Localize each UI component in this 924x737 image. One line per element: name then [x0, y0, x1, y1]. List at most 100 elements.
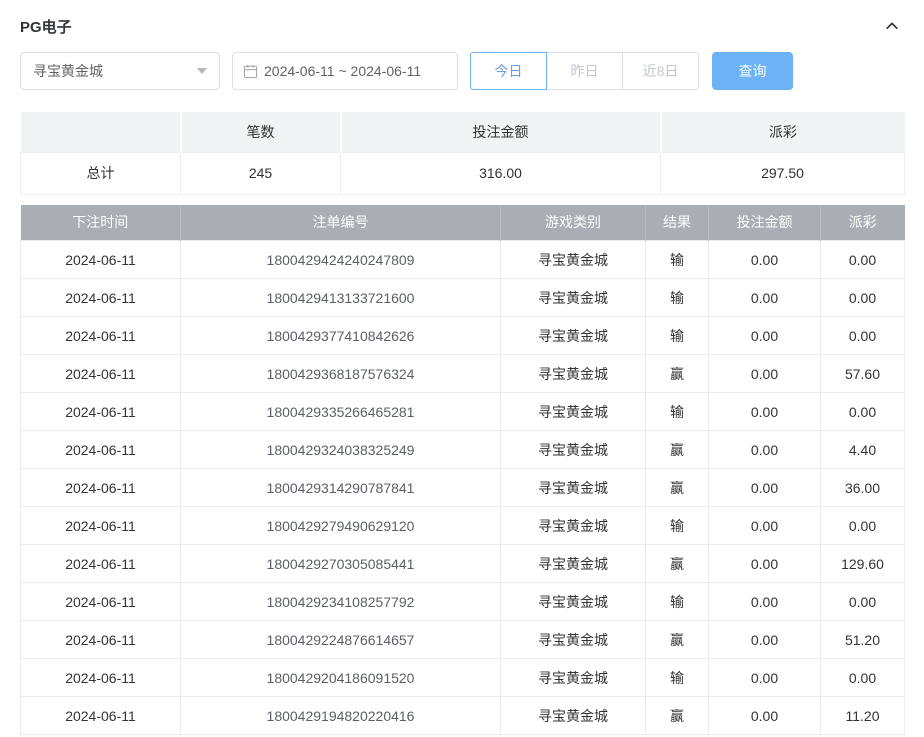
- cell-bet-time: 2024-06-11: [21, 697, 181, 735]
- cell-result: 输: [646, 279, 709, 317]
- cell-game-category: 寻宝黄金城: [501, 279, 646, 317]
- cell-bet-id: 1800429270305085441: [181, 545, 501, 583]
- table-row: 2024-06-11 1800429413133721600 寻宝黄金城 输 0…: [21, 279, 905, 317]
- cell-bet-amount: 0.00: [709, 697, 821, 735]
- cell-result: 输: [646, 241, 709, 279]
- cell-result: 赢: [646, 469, 709, 507]
- cell-game-category: 寻宝黄金城: [501, 545, 646, 583]
- summary-total-label: 总计: [21, 152, 181, 194]
- cell-bet-amount: 0.00: [709, 507, 821, 545]
- game-select[interactable]: 寻宝黄金城: [20, 52, 220, 90]
- cell-bet-time: 2024-06-11: [21, 317, 181, 355]
- cell-game-category: 寻宝黄金城: [501, 241, 646, 279]
- game-select-value: 寻宝黄金城: [33, 61, 103, 81]
- yesterday-button[interactable]: 昨日: [546, 52, 623, 90]
- cell-bet-id: 1800429377410842626: [181, 317, 501, 355]
- bet-table-header-row: 下注时间 注单编号 游戏类别 结果 投注金额 派彩: [21, 205, 905, 241]
- cell-bet-id: 1800429234108257792: [181, 583, 501, 621]
- cell-bet-id: 1800429335266465281: [181, 393, 501, 431]
- header-game-category: 游戏类别: [501, 205, 646, 241]
- search-button[interactable]: 查询: [712, 52, 793, 90]
- header-result: 结果: [646, 205, 709, 241]
- cell-result: 输: [646, 317, 709, 355]
- quick-date-buttons: 今日 昨日 近8日: [470, 52, 699, 90]
- summary-count-value: 245: [181, 152, 341, 194]
- summary-payout-value: 297.50: [661, 152, 905, 194]
- filter-row: 寻宝黄金城 2024-06-11 ~ 2024-06-11 今日 昨日 近8日 …: [20, 52, 904, 90]
- cell-game-category: 寻宝黄金城: [501, 431, 646, 469]
- cell-bet-id: 1800429324038325249: [181, 431, 501, 469]
- cell-result: 赢: [646, 545, 709, 583]
- cell-result: 输: [646, 393, 709, 431]
- table-row: 2024-06-11 1800429279490629120 寻宝黄金城 输 0…: [21, 507, 905, 545]
- table-row: 2024-06-11 1800429424240247809 寻宝黄金城 输 0…: [21, 241, 905, 279]
- summary-bet-amount-value: 316.00: [341, 152, 661, 194]
- cell-bet-time: 2024-06-11: [21, 241, 181, 279]
- cell-payout: 129.60: [821, 545, 905, 583]
- cell-payout: 0.00: [821, 279, 905, 317]
- collapse-chevron-up-icon[interactable]: [880, 14, 904, 38]
- cell-payout: 4.40: [821, 431, 905, 469]
- cell-bet-amount: 0.00: [709, 355, 821, 393]
- cell-bet-amount: 0.00: [709, 317, 821, 355]
- table-row: 2024-06-11 1800429335266465281 寻宝黄金城 输 0…: [21, 393, 905, 431]
- cell-payout: 0.00: [821, 507, 905, 545]
- bet-table-body: 2024-06-11 1800429424240247809 寻宝黄金城 输 0…: [21, 241, 905, 735]
- cell-bet-id: 1800429194820220416: [181, 697, 501, 735]
- calendar-icon: [243, 64, 258, 79]
- cell-bet-amount: 0.00: [709, 621, 821, 659]
- summary-header-bet-amount: 投注金额: [341, 112, 661, 152]
- cell-bet-time: 2024-06-11: [21, 583, 181, 621]
- summary-header-count: 笔数: [181, 112, 341, 152]
- cell-payout: 0.00: [821, 393, 905, 431]
- cell-bet-id: 1800429424240247809: [181, 241, 501, 279]
- cell-payout: 0.00: [821, 659, 905, 697]
- cell-bet-amount: 0.00: [709, 583, 821, 621]
- header-bet-amount: 投注金额: [709, 205, 821, 241]
- table-row: 2024-06-11 1800429234108257792 寻宝黄金城 输 0…: [21, 583, 905, 621]
- summary-table: 笔数 投注金额 派彩 总计 245 316.00 297.50: [20, 112, 905, 195]
- bet-records-table: 下注时间 注单编号 游戏类别 结果 投注金额 派彩 2024-06-11 180…: [20, 205, 905, 736]
- cell-bet-amount: 0.00: [709, 241, 821, 279]
- cell-game-category: 寻宝黄金城: [501, 355, 646, 393]
- pg-electronic-panel: PG电子 寻宝黄金城 2024-06-11 ~ 2024-06-11: [0, 0, 924, 735]
- cell-payout: 0.00: [821, 317, 905, 355]
- cell-result: 输: [646, 507, 709, 545]
- cell-bet-time: 2024-06-11: [21, 507, 181, 545]
- cell-game-category: 寻宝黄金城: [501, 659, 646, 697]
- cell-bet-time: 2024-06-11: [21, 431, 181, 469]
- cell-result: 输: [646, 659, 709, 697]
- date-range-value: 2024-06-11 ~ 2024-06-11: [264, 63, 421, 79]
- cell-bet-id: 1800429204186091520: [181, 659, 501, 697]
- last-8-days-button[interactable]: 近8日: [622, 52, 699, 90]
- cell-bet-amount: 0.00: [709, 431, 821, 469]
- cell-bet-time: 2024-06-11: [21, 545, 181, 583]
- today-button[interactable]: 今日: [470, 52, 547, 90]
- cell-game-category: 寻宝黄金城: [501, 393, 646, 431]
- cell-game-category: 寻宝黄金城: [501, 507, 646, 545]
- chevron-down-icon: [197, 68, 207, 74]
- cell-result: 赢: [646, 431, 709, 469]
- table-row: 2024-06-11 1800429270305085441 寻宝黄金城 赢 0…: [21, 545, 905, 583]
- summary-header-blank: [21, 112, 181, 152]
- header-payout: 派彩: [821, 205, 905, 241]
- cell-payout: 51.20: [821, 621, 905, 659]
- cell-bet-time: 2024-06-11: [21, 393, 181, 431]
- summary-total-row: 总计 245 316.00 297.50: [21, 152, 905, 194]
- cell-payout: 0.00: [821, 241, 905, 279]
- cell-payout: 11.20: [821, 697, 905, 735]
- panel-header: PG电子: [20, 0, 904, 46]
- cell-bet-amount: 0.00: [709, 393, 821, 431]
- cell-game-category: 寻宝黄金城: [501, 697, 646, 735]
- panel-title: PG电子: [20, 16, 72, 37]
- summary-header-payout: 派彩: [661, 112, 905, 152]
- cell-result: 输: [646, 583, 709, 621]
- cell-game-category: 寻宝黄金城: [501, 621, 646, 659]
- cell-bet-id: 1800429368187576324: [181, 355, 501, 393]
- cell-result: 赢: [646, 697, 709, 735]
- cell-bet-time: 2024-06-11: [21, 621, 181, 659]
- date-range-picker[interactable]: 2024-06-11 ~ 2024-06-11: [232, 52, 458, 90]
- cell-bet-amount: 0.00: [709, 469, 821, 507]
- cell-bet-amount: 0.00: [709, 279, 821, 317]
- table-row: 2024-06-11 1800429224876614657 寻宝黄金城 赢 0…: [21, 621, 905, 659]
